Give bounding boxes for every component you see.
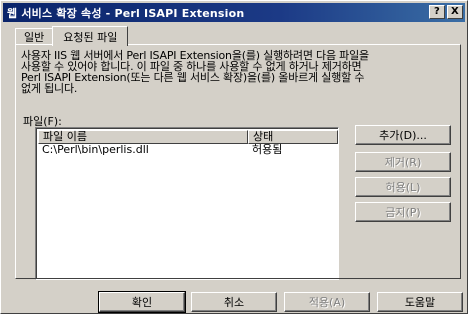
tab-panel bbox=[15, 44, 461, 279]
help-icon[interactable]: ? bbox=[429, 5, 445, 19]
title-bar[interactable]: 웹 서비스 확장 속성 - Perl ISAPI Extension ? X bbox=[3, 3, 465, 22]
cancel-button[interactable]: 취소 bbox=[191, 292, 277, 312]
close-icon[interactable]: X bbox=[447, 5, 463, 19]
apply-button[interactable]: 적용(A) bbox=[284, 292, 370, 312]
dialog-window: 웹 서비스 확장 속성 - Perl ISAPI Extension ? X 일… bbox=[0, 0, 468, 314]
window-title: 웹 서비스 확장 속성 - Perl ISAPI Extension bbox=[7, 6, 245, 20]
tab-strip: 일반 요청된 파일 bbox=[15, 25, 129, 46]
help-button[interactable]: 도움말 bbox=[377, 292, 463, 312]
tab-general[interactable]: 일반 bbox=[15, 28, 54, 45]
title-buttons: ? X bbox=[429, 5, 463, 19]
ok-button[interactable]: 확인 bbox=[98, 291, 186, 313]
tab-required-files[interactable]: 요청된 파일 bbox=[52, 26, 129, 46]
